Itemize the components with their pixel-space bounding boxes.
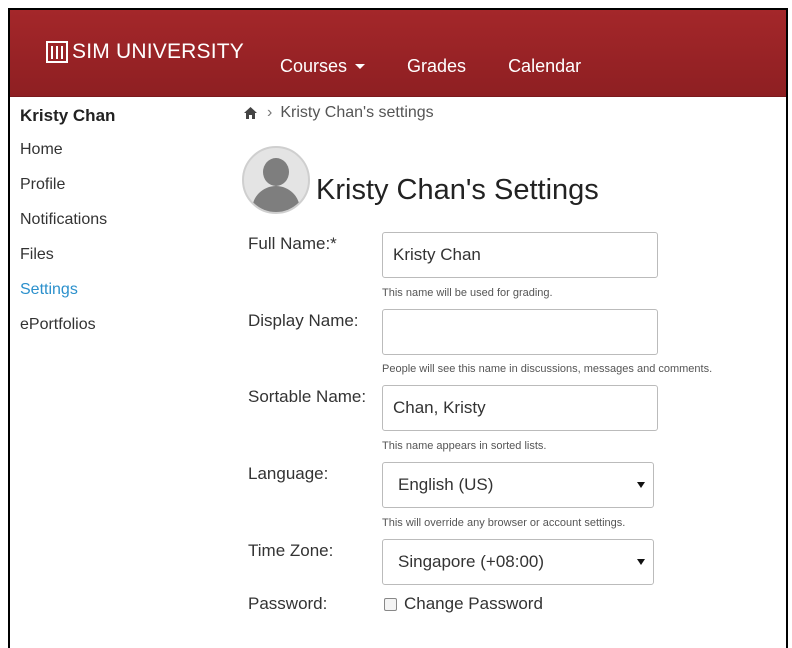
full-name-label: Full Name:*	[248, 234, 337, 253]
display-name-field[interactable]	[382, 309, 658, 355]
nav-grades[interactable]: Grades	[407, 56, 466, 77]
top-navbar: SIM UNIVERSITY Courses Grades Calendar	[10, 10, 786, 97]
caret-down-icon	[355, 64, 366, 69]
time-zone-label: Time Zone:	[248, 541, 334, 560]
sortable-name-hint: This name appears in sorted lists.	[382, 440, 547, 452]
home-icon[interactable]	[244, 107, 257, 119]
chevron-right-icon: ›	[267, 104, 273, 121]
full-name-field[interactable]	[382, 232, 658, 278]
brand-logo[interactable]: SIM UNIVERSITY	[46, 40, 244, 64]
dropdown-arrow-icon	[637, 559, 645, 565]
dropdown-arrow-icon	[637, 482, 645, 488]
nav-courses[interactable]: Courses	[280, 56, 366, 77]
full-name-hint: This name will be used for grading.	[382, 287, 553, 299]
change-password-checkbox[interactable]	[384, 597, 397, 611]
sidebar: Kristy Chan Home Profile Notifications F…	[20, 106, 220, 350]
nav-grades-label: Grades	[407, 56, 467, 76]
language-label: Language:	[248, 464, 329, 483]
nav-calendar-label: Calendar	[508, 56, 582, 76]
sidebar-item-profile[interactable]: Profile	[20, 175, 220, 210]
brand-name: SIM UNIVERSITY	[72, 40, 244, 63]
nav-courses-label: Courses	[280, 56, 348, 76]
language-value: English (US)	[398, 475, 494, 494]
breadcrumb: › Kristy Chan's settings	[244, 104, 434, 122]
password-label: Password:	[248, 594, 328, 613]
sidebar-item-eportfolios[interactable]: ePortfolios	[20, 315, 220, 350]
language-hint: This will override any browser or accoun…	[382, 517, 626, 529]
university-logo-icon	[46, 41, 68, 63]
display-name-hint: People will see this name in discussions…	[382, 363, 713, 375]
avatar[interactable]	[242, 146, 310, 214]
main-nav: Courses Grades Calendar	[280, 56, 623, 77]
sidebar-item-settings[interactable]: Settings	[20, 280, 220, 315]
app-window: SIM UNIVERSITY Courses Grades Calendar K…	[8, 8, 788, 648]
sidebar-item-home[interactable]: Home	[20, 140, 220, 175]
time-zone-select[interactable]: Singapore (+08:00)	[382, 539, 654, 585]
time-zone-value: Singapore (+08:00)	[398, 552, 545, 571]
change-password-option[interactable]: Change Password	[384, 594, 543, 614]
sortable-name-label: Sortable Name:	[248, 387, 367, 406]
sidebar-item-notifications[interactable]: Notifications	[20, 210, 220, 245]
display-name-label: Display Name:	[248, 311, 359, 330]
language-select[interactable]: English (US)	[382, 462, 654, 508]
sidebar-user-name: Kristy Chan	[20, 106, 116, 125]
sidebar-item-files[interactable]: Files	[20, 245, 220, 280]
nav-calendar[interactable]: Calendar	[508, 56, 581, 77]
change-password-label: Change Password	[404, 594, 543, 613]
sortable-name-field[interactable]	[382, 385, 658, 431]
user-silhouette-icon	[263, 158, 289, 186]
page-title: Kristy Chan's Settings	[316, 174, 599, 206]
breadcrumb-current: Kristy Chan's settings	[280, 104, 434, 121]
